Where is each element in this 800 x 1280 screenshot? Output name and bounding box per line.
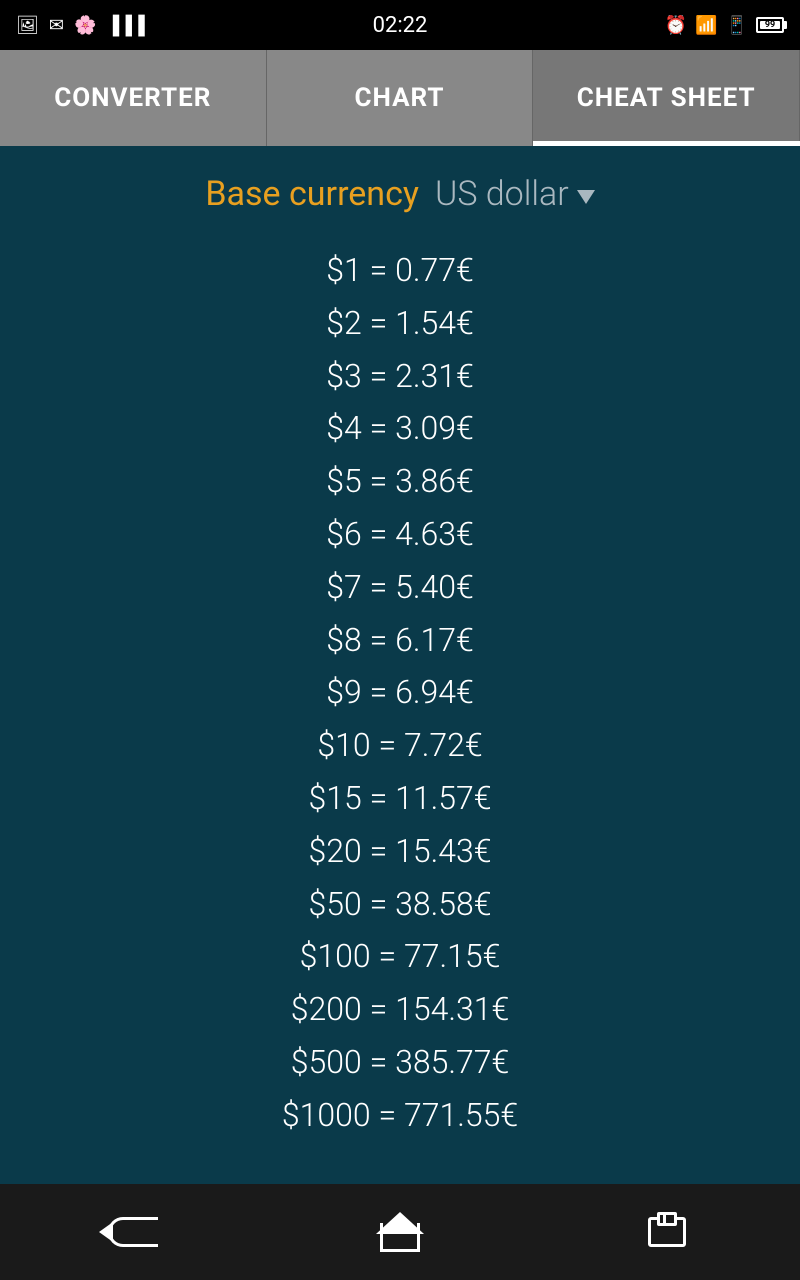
conversion-row: $1 = 0.77€: [0, 244, 800, 297]
status-bar: 🖼 ✉ 🌸 ▐▐▐ 02:22 ⏰ 📶 📱 99: [0, 0, 800, 50]
back-button[interactable]: [93, 1202, 173, 1262]
conversion-row: $8 = 6.17€: [0, 614, 800, 667]
conversion-row: $9 = 6.94€: [0, 666, 800, 719]
battery-icon: 99: [756, 17, 784, 33]
status-time: 02:22: [373, 13, 428, 38]
home-button[interactable]: [360, 1202, 440, 1262]
conversion-row: $50 = 38.58€: [0, 878, 800, 931]
photo-icon: 🖼: [16, 15, 39, 36]
conversion-row: $10 = 7.72€: [0, 719, 800, 772]
mail-icon: ✉: [49, 15, 64, 36]
home-icon: [380, 1212, 420, 1252]
bottom-nav: [0, 1184, 800, 1280]
conversion-row: $3 = 2.31€: [0, 350, 800, 403]
status-left-icons: 🖼 ✉ 🌸 ▐▐▐: [16, 15, 145, 36]
conversion-row: $1000 = 771.55€: [0, 1089, 800, 1142]
signal-icon: 📱: [726, 15, 748, 36]
conversion-row: $2 = 1.54€: [0, 297, 800, 350]
tab-converter[interactable]: CONVERTER: [0, 50, 267, 146]
tab-chart[interactable]: CHART: [267, 50, 534, 146]
bars-icon: ▐▐▐: [106, 15, 144, 36]
main-content: Base currency US dollar $1 = 0.77€$2 = 1…: [0, 146, 800, 1184]
base-currency-label: Base currency: [205, 174, 419, 214]
tab-active-indicator: [533, 141, 800, 146]
currency-header: Base currency US dollar: [0, 146, 800, 234]
tab-bar: CONVERTER CHART CHEAT SHEET: [0, 50, 800, 146]
recents-icon: [648, 1217, 686, 1247]
conversion-row: $6 = 4.63€: [0, 508, 800, 561]
wifi-icon: 📶: [695, 15, 717, 36]
dropdown-arrow-icon: [577, 190, 595, 204]
conversion-row: $200 = 154.31€: [0, 983, 800, 1036]
conversion-row: $100 = 77.15€: [0, 930, 800, 983]
status-right-icons: ⏰ 📶 📱 99: [665, 15, 784, 36]
recents-button[interactable]: [627, 1202, 707, 1262]
heart-icon: 🌸: [74, 15, 96, 36]
currency-name: US dollar: [435, 174, 569, 214]
conversion-list: $1 = 0.77€$2 = 1.54€$3 = 2.31€$4 = 3.09€…: [0, 234, 800, 1184]
conversion-row: $15 = 11.57€: [0, 772, 800, 825]
back-icon: [108, 1217, 158, 1247]
conversion-row: $5 = 3.86€: [0, 455, 800, 508]
conversion-row: $7 = 5.40€: [0, 561, 800, 614]
conversion-row: $20 = 15.43€: [0, 825, 800, 878]
currency-selector[interactable]: US dollar: [435, 174, 595, 214]
alarm-icon: ⏰: [665, 15, 687, 36]
conversion-row: $4 = 3.09€: [0, 402, 800, 455]
tab-cheat-sheet[interactable]: CHEAT SHEET: [533, 50, 800, 146]
conversion-row: $500 = 385.77€: [0, 1036, 800, 1089]
